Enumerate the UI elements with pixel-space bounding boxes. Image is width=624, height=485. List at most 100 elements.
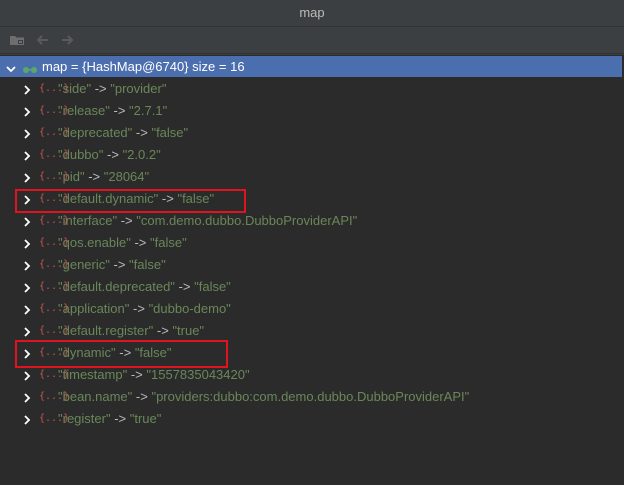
chevron-right-icon[interactable] xyxy=(22,281,32,293)
chevron-right-icon[interactable] xyxy=(22,325,32,337)
chevron-right-icon[interactable] xyxy=(22,127,32,139)
entry-key: "default.deprecated" xyxy=(58,279,175,294)
chevron-right-icon[interactable] xyxy=(22,105,32,117)
object-icon: {...} xyxy=(39,171,70,182)
tree-row[interactable]: {...} "dubbo" -> "2.0.2" xyxy=(0,144,622,166)
entry-key: "register" xyxy=(58,411,111,426)
watch-variable-icon xyxy=(22,62,38,77)
object-icon: {...} xyxy=(39,237,70,248)
toolbar xyxy=(0,27,624,54)
highlight-box-dynamic xyxy=(15,340,228,368)
chevron-right-icon[interactable] xyxy=(22,369,32,381)
chevron-right-icon[interactable] xyxy=(22,303,32,315)
chevron-right-icon[interactable] xyxy=(22,237,32,249)
tree-root-row[interactable]: map = {HashMap@6740} size = 16 xyxy=(0,56,622,77)
entry-value: "false" xyxy=(151,125,189,140)
tree-row[interactable]: {...} "side" -> "provider" xyxy=(0,78,622,100)
entry-key: "interface" xyxy=(58,213,118,228)
entry-text: "side" -> "provider" xyxy=(58,81,166,97)
entry-key: "dubbo" xyxy=(58,147,104,162)
object-icon: {...} xyxy=(39,413,70,424)
chevron-right-icon[interactable] xyxy=(22,171,32,183)
entry-arrow: -> xyxy=(156,323,169,338)
entry-arrow: -> xyxy=(135,125,148,140)
entry-arrow: -> xyxy=(135,389,148,404)
entry-arrow: -> xyxy=(133,301,145,316)
entry-text: "generic" -> "false" xyxy=(58,257,166,273)
tree-row[interactable]: {...} "bean.name" -> "providers:dubbo:com… xyxy=(0,386,622,408)
tree-row[interactable]: {...} "register" -> "true" xyxy=(0,408,622,430)
forward-arrow-icon[interactable] xyxy=(58,31,76,49)
entry-value: "28064" xyxy=(103,169,150,184)
entry-key: "default.register" xyxy=(58,323,154,338)
tree-row[interactable]: {...} "default.deprecated" -> "false" xyxy=(0,276,622,298)
chevron-right-icon[interactable] xyxy=(22,413,32,425)
entry-text: "application" -> "dubbo-demo" xyxy=(58,301,231,317)
entry-text: "dubbo" -> "2.0.2" xyxy=(58,147,161,163)
entry-text: "bean.name" -> "providers:dubbo:com.demo… xyxy=(58,389,469,405)
entry-value: "dubbo-demo" xyxy=(148,301,231,316)
tree-row[interactable]: {...} "pid" -> "28064" xyxy=(0,166,622,188)
entry-arrow: -> xyxy=(94,81,107,96)
back-arrow-icon[interactable] xyxy=(34,31,52,49)
tree-row[interactable]: {...} "default.register" -> "true" xyxy=(0,320,622,342)
entry-key: "pid" xyxy=(58,169,85,184)
entry-arrow: -> xyxy=(178,279,191,294)
entry-key: "timestamp" xyxy=(58,367,128,382)
object-icon: {...} xyxy=(39,83,70,94)
entry-value: "false" xyxy=(150,235,187,250)
entry-text: "release" -> "2.7.1" xyxy=(58,103,167,119)
chevron-right-icon[interactable] xyxy=(22,215,32,227)
entry-text: "register" -> "true" xyxy=(58,411,161,427)
entry-value: "false" xyxy=(194,279,231,294)
tree-row[interactable]: {...} "application" -> "dubbo-demo" xyxy=(0,298,622,320)
entry-arrow: -> xyxy=(113,257,126,272)
highlight-box-default-dynamic xyxy=(15,189,246,213)
entry-key: "deprecated" xyxy=(58,125,133,140)
folder-icon[interactable] xyxy=(8,31,26,49)
chevron-right-icon[interactable] xyxy=(22,259,32,271)
tree-row[interactable]: {...} "interface" -> "com.demo.dubbo.Dubb… xyxy=(0,210,622,232)
object-icon: {...} xyxy=(39,303,70,314)
entry-value: "2.7.1" xyxy=(129,103,168,118)
entry-value: "com.demo.dubbo.DubboProviderAPI" xyxy=(136,213,358,228)
entry-text: "default.deprecated" -> "false" xyxy=(58,279,231,295)
tree-row[interactable]: {...} "release" -> "2.7.1" xyxy=(0,100,622,122)
entry-key: "bean.name" xyxy=(58,389,133,404)
entry-key: "application" xyxy=(58,301,130,316)
entry-text: "deprecated" -> "false" xyxy=(58,125,188,141)
object-icon: {...} xyxy=(39,281,70,292)
object-icon: {...} xyxy=(39,259,70,270)
entry-value: "true" xyxy=(129,411,162,426)
entry-value: "1557835043420" xyxy=(146,367,250,382)
entry-value: "2.0.2" xyxy=(122,147,161,162)
chevron-down-icon[interactable] xyxy=(6,62,16,73)
tree-row[interactable]: {...} "deprecated" -> "false" xyxy=(0,122,622,144)
variables-tree[interactable]: map = {HashMap@6740} size = 16 {...} "sid… xyxy=(0,55,624,485)
entry-text: "timestamp" -> "1557835043420" xyxy=(58,367,250,383)
entry-value: "providers:dubbo:com.demo.dubbo.DubboPro… xyxy=(151,389,470,404)
entry-value: "true" xyxy=(172,323,205,338)
entry-value: "false" xyxy=(129,257,166,272)
chevron-right-icon[interactable] xyxy=(22,83,32,95)
object-icon: {...} xyxy=(39,369,70,380)
entry-arrow: -> xyxy=(88,169,101,184)
entry-arrow: -> xyxy=(107,147,119,162)
tree-row[interactable]: {...} "generic" -> "false" xyxy=(0,254,622,276)
chevron-right-icon[interactable] xyxy=(22,391,32,403)
entry-text: "qos.enable" -> "false" xyxy=(58,235,187,251)
entry-arrow: -> xyxy=(120,213,133,228)
entry-key: "release" xyxy=(58,103,110,118)
object-icon: {...} xyxy=(39,391,70,402)
object-icon: {...} xyxy=(39,325,70,336)
entry-key: "qos.enable" xyxy=(58,235,131,250)
entry-value: "provider" xyxy=(110,81,167,96)
tree-row[interactable]: {...} "qos.enable" -> "false" xyxy=(0,232,622,254)
chevron-right-icon[interactable] xyxy=(22,149,32,161)
object-icon: {...} xyxy=(39,215,70,226)
entry-text: "default.register" -> "true" xyxy=(58,323,204,339)
window-title: map xyxy=(0,0,624,27)
entry-arrow: -> xyxy=(114,411,127,426)
entry-key: "generic" xyxy=(58,257,110,272)
object-icon: {...} xyxy=(39,105,70,116)
